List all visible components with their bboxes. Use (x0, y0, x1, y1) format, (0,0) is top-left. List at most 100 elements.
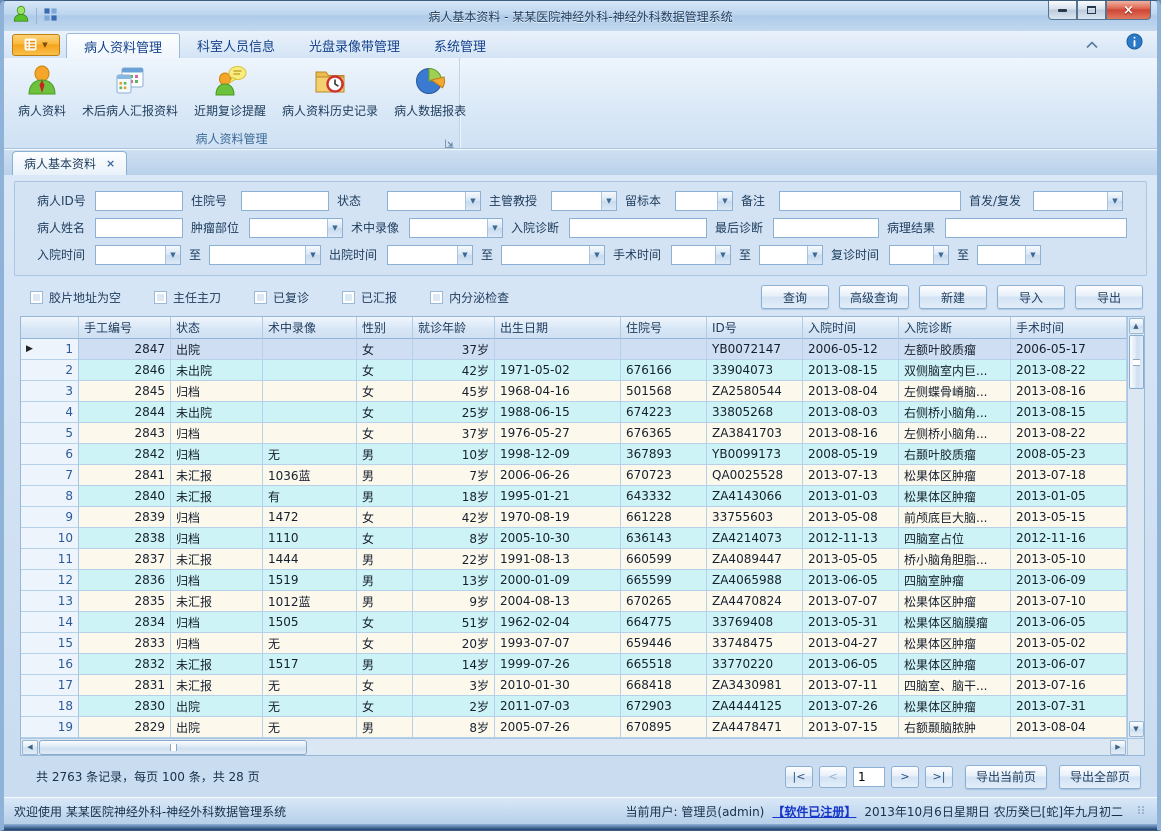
resize-grip-icon[interactable] (1137, 804, 1147, 819)
dropdown-arrow-icon[interactable]: ▼ (601, 192, 616, 210)
ribbon-tab-3[interactable]: 光盘录像带管理 (292, 33, 417, 58)
filter-input-remarks[interactable] (779, 191, 961, 211)
vertical-scroll-thumb[interactable] (1129, 335, 1144, 389)
dialog-launcher-icon[interactable] (444, 134, 456, 146)
dropdown-arrow-icon[interactable]: ▼ (465, 192, 480, 210)
collapse-ribbon-icon[interactable] (1086, 34, 1098, 53)
app-menu-button[interactable]: ▼ (12, 34, 60, 56)
table-row[interactable]: 142834归档1505女51岁1962-02-0466477533769408… (21, 612, 1127, 633)
column-header-row-num[interactable] (21, 317, 79, 339)
tab-close-icon[interactable]: × (106, 158, 115, 169)
scroll-left-icon[interactable]: ◀ (22, 740, 38, 755)
column-header-id-no[interactable]: ID号 (707, 317, 803, 339)
dropdown-arrow-icon[interactable]: ▼ (305, 246, 320, 264)
filter-input-patient-name[interactable] (95, 218, 183, 238)
column-header-visit-age[interactable]: 就诊年龄 (413, 317, 495, 339)
maximize-button[interactable] (1077, 1, 1106, 20)
prev-page-button[interactable]: < (819, 766, 847, 788)
dropdown-arrow-icon[interactable]: ▼ (717, 192, 732, 210)
filter-input-patient-id[interactable] (95, 191, 183, 211)
scroll-down-icon[interactable]: ▼ (1129, 721, 1144, 737)
ribbon-tab-4[interactable]: 系统管理 (417, 33, 503, 58)
new-button[interactable]: 新建 (919, 285, 987, 309)
dropdown-arrow-icon[interactable]: ▼ (165, 246, 180, 264)
checkbox-revisited[interactable]: 已复诊 (254, 289, 309, 306)
filter-combo-admit-date-from[interactable]: ▼ (95, 245, 181, 265)
table-row[interactable]: 42844未出院女25岁1988-06-15674223338052682013… (21, 402, 1127, 423)
dropdown-arrow-icon[interactable]: ▼ (933, 246, 948, 264)
first-page-button[interactable]: |< (785, 766, 813, 788)
table-row[interactable]: 122836归档1519男13岁2000-01-09665599ZA406598… (21, 570, 1127, 591)
advanced-query-button[interactable]: 高级查询 (839, 285, 909, 309)
registered-link[interactable]: 【软件已注册】 (772, 803, 856, 820)
dropdown-arrow-icon[interactable]: ▼ (1107, 192, 1122, 210)
table-row[interactable]: ▶12847出院女37岁YB00721472006-05-12左额叶胶质瘤200… (21, 339, 1127, 360)
info-icon[interactable] (1126, 33, 1143, 54)
horizontal-scroll-thumb[interactable] (39, 740, 307, 755)
table-row[interactable]: 172831未汇报无女3岁2010-01-30668418ZA343098120… (21, 675, 1127, 696)
table-row[interactable]: 112837未汇报1444男22岁1991-08-13660599ZA40894… (21, 549, 1127, 570)
column-header-manual-no[interactable]: 手工编号 (79, 317, 171, 339)
filter-combo-surgery-date-to[interactable]: ▼ (759, 245, 823, 265)
history-record-button[interactable]: 病人资料历史记录 (274, 61, 386, 122)
table-row[interactable]: 152833归档无女20岁1993-07-0765944633748475201… (21, 633, 1127, 654)
column-header-surgery-video[interactable]: 术中录像 (263, 317, 357, 339)
checkbox-chief-surgeon[interactable]: 主任主刀 (154, 289, 221, 306)
dropdown-arrow-icon[interactable]: ▼ (715, 246, 730, 264)
ribbon-tab-2[interactable]: 科室人员信息 (180, 33, 292, 58)
horizontal-scrollbar[interactable]: ◀ ▶ (21, 739, 1127, 755)
close-button[interactable]: × (1106, 1, 1151, 20)
revisit-reminder-button[interactable]: 近期复诊提醒 (186, 61, 274, 122)
table-row[interactable]: 32845归档女45岁1968-04-16501568ZA25805442013… (21, 381, 1127, 402)
dropdown-arrow-icon[interactable]: ▼ (327, 219, 342, 237)
table-row[interactable]: 132835未汇报1012蓝男9岁2004-08-13670265ZA44708… (21, 591, 1127, 612)
column-header-admit-date[interactable]: 入院时间 (803, 317, 899, 339)
table-row[interactable]: 52843归档女37岁1976-05-27676365ZA38417032013… (21, 423, 1127, 444)
column-header-admission-no[interactable]: 住院号 (621, 317, 707, 339)
ribbon-tab-1[interactable]: 病人资料管理 (66, 33, 180, 59)
filter-combo-discharge-date-from[interactable]: ▼ (387, 245, 473, 265)
filter-combo-admit-date-to[interactable]: ▼ (209, 245, 321, 265)
last-page-button[interactable]: >| (925, 766, 953, 788)
table-row[interactable]: 182830出院无女2岁2011-07-03672903ZA4444125201… (21, 696, 1127, 717)
scroll-up-icon[interactable]: ▲ (1129, 318, 1144, 334)
minimize-button[interactable] (1048, 1, 1077, 20)
filter-combo-surgery-date-from[interactable]: ▼ (671, 245, 731, 265)
filter-input-admission-diagnosis[interactable] (569, 218, 707, 238)
filter-input-final-diagnosis[interactable] (773, 218, 879, 238)
filter-input-admission-no[interactable] (241, 191, 329, 211)
column-header-status[interactable]: 状态 (171, 317, 263, 339)
export-all-pages-button[interactable]: 导出全部页 (1059, 765, 1141, 789)
column-header-surgery-date[interactable]: 手术时间 (1011, 317, 1127, 339)
table-row[interactable]: 192829出院无男8岁2005-07-26670895ZA4478471201… (21, 717, 1127, 738)
table-row[interactable]: 72841未汇报1036蓝男7岁2006-06-26670723QA002552… (21, 465, 1127, 486)
filter-combo-status[interactable]: ▼ (387, 191, 481, 211)
export-current-page-button[interactable]: 导出当前页 (965, 765, 1047, 789)
checkbox-reported[interactable]: 已汇报 (342, 289, 397, 306)
dropdown-arrow-icon[interactable]: ▼ (487, 219, 502, 237)
filter-combo-surgery-video[interactable]: ▼ (409, 218, 503, 238)
vertical-scrollbar[interactable]: ▲ ▼ (1127, 317, 1144, 738)
scroll-right-icon[interactable]: ▶ (1110, 740, 1126, 755)
column-header-birth-date[interactable]: 出生日期 (495, 317, 621, 339)
filter-combo-first-or-recurrence[interactable]: ▼ (1033, 191, 1123, 211)
filter-input-pathology-result[interactable] (945, 218, 1127, 238)
dropdown-arrow-icon[interactable]: ▼ (1025, 246, 1040, 264)
table-row[interactable]: 92839归档1472女42岁1970-08-19661228337556032… (21, 507, 1127, 528)
document-tab[interactable]: 病人基本资料 × (12, 151, 127, 175)
next-page-button[interactable]: > (891, 766, 919, 788)
filter-combo-specimen[interactable]: ▼ (675, 191, 733, 211)
filter-combo-revisit-date-to[interactable]: ▼ (977, 245, 1041, 265)
column-header-gender[interactable]: 性别 (357, 317, 413, 339)
checkbox-film-address-empty[interactable]: 胶片地址为空 (30, 289, 121, 306)
export-button[interactable]: 导出 (1075, 285, 1143, 309)
dropdown-arrow-icon[interactable]: ▼ (457, 246, 472, 264)
page-input[interactable] (853, 767, 885, 787)
filter-combo-tumor-site[interactable]: ▼ (249, 218, 343, 238)
filter-combo-revisit-date-from[interactable]: ▼ (889, 245, 949, 265)
checkbox-endocrine-exam[interactable]: 内分泌检查 (430, 289, 509, 306)
filter-combo-discharge-date-to[interactable]: ▼ (501, 245, 605, 265)
column-header-admission-diagnosis[interactable]: 入院诊断 (899, 317, 1011, 339)
table-row[interactable]: 22846未出院女42岁1971-05-02676166339040732013… (21, 360, 1127, 381)
table-row[interactable]: 162832未汇报1517男14岁1999-07-266655183377022… (21, 654, 1127, 675)
